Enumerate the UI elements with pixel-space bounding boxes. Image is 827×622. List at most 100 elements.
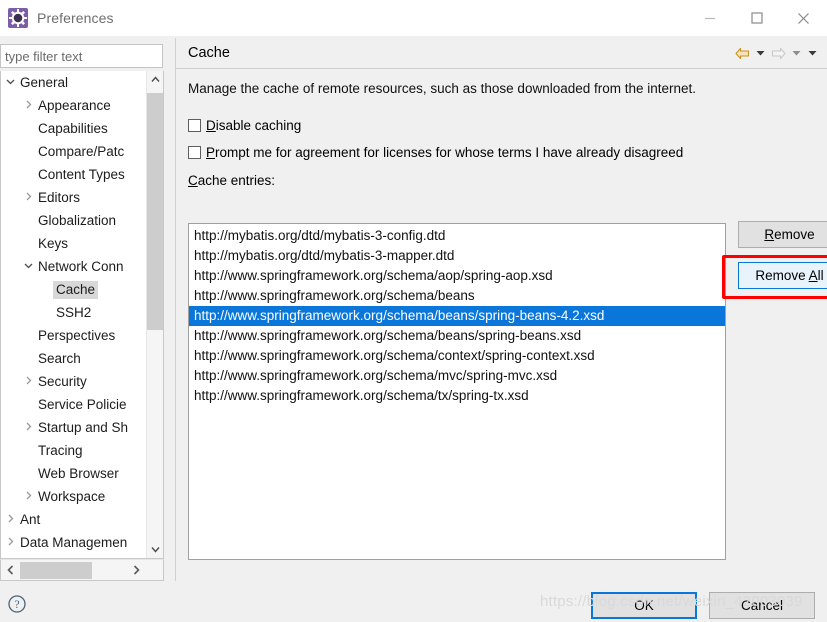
sidebar-item-label: Editors xyxy=(38,189,81,205)
search-input[interactable] xyxy=(1,48,162,64)
sidebar-item-security[interactable]: Security xyxy=(1,370,147,393)
window-title: Preferences xyxy=(37,10,114,26)
disable-caching-label: Disable caching xyxy=(206,118,302,133)
gear-icon xyxy=(7,7,29,29)
list-item[interactable]: http://www.springframework.org/schema/mv… xyxy=(189,366,725,386)
help-icon[interactable]: ? xyxy=(8,595,26,613)
scroll-thumb[interactable] xyxy=(147,93,163,330)
forward-dropdown-chevron-down-icon[interactable] xyxy=(789,42,803,64)
sidebar-item-label: Startup and Sh xyxy=(38,419,129,435)
forward-arrow-icon xyxy=(769,42,787,64)
scroll-left-icon[interactable] xyxy=(1,560,20,580)
sidebar-item-label: Security xyxy=(38,373,87,389)
scroll-down-icon[interactable] xyxy=(147,541,163,558)
sidebar-item-editors[interactable]: Editors xyxy=(1,186,147,209)
chevron-right-icon[interactable] xyxy=(21,491,35,501)
filter-box[interactable] xyxy=(0,44,163,68)
tree-vertical-scrollbar[interactable] xyxy=(146,71,163,558)
sidebar-item-ant[interactable]: Ant xyxy=(1,508,147,531)
cache-entries-list[interactable]: http://mybatis.org/dtd/mybatis-3-config.… xyxy=(188,223,726,560)
scroll-thumb-horizontal[interactable] xyxy=(20,562,92,579)
prompt-agreement-checkbox-row[interactable]: Prompt me for agreement for licenses for… xyxy=(188,145,827,160)
chevron-right-icon[interactable] xyxy=(3,537,17,547)
list-item[interactable]: http://mybatis.org/dtd/mybatis-3-mapper.… xyxy=(189,246,725,266)
sidebar-item-search[interactable]: Search xyxy=(1,347,147,370)
title-bar: Preferences xyxy=(0,0,827,36)
chevron-right-icon[interactable] xyxy=(21,376,35,386)
sidebar-item-workspace[interactable]: Workspace xyxy=(1,485,147,508)
prompt-agreement-checkbox[interactable] xyxy=(188,146,201,159)
chevron-down-icon[interactable] xyxy=(3,78,17,88)
sidebar-item-tracing[interactable]: Tracing xyxy=(1,439,147,462)
sidebar-item-label: Content Types xyxy=(38,166,125,182)
sidebar-item-label: Network Conn xyxy=(38,258,124,274)
sidebar-item-capabilities[interactable]: Capabilities xyxy=(1,117,147,140)
chevron-right-icon[interactable] xyxy=(21,422,35,432)
disable-caching-checkbox-row[interactable]: Disable caching xyxy=(188,118,827,133)
chevron-right-icon[interactable] xyxy=(3,514,17,524)
cache-preference-page: Cache Manage the cache of remote resourc… xyxy=(175,38,827,581)
back-dropdown-chevron-down-icon[interactable] xyxy=(753,42,767,64)
list-item[interactable]: http://www.springframework.org/schema/be… xyxy=(189,326,725,346)
remove-all-button[interactable]: Remove All xyxy=(738,262,827,289)
dialog-footer: ? OK Cancel xyxy=(0,582,827,622)
view-menu-chevron-down-icon[interactable] xyxy=(805,42,819,64)
sidebar-item-compare-patc[interactable]: Compare/Patc xyxy=(1,140,147,163)
sidebar-item-startup-and-sh[interactable]: Startup and Sh xyxy=(1,416,147,439)
sidebar-item-label: Capabilities xyxy=(38,120,108,136)
scroll-up-icon[interactable] xyxy=(147,71,163,88)
list-item[interactable]: http://www.springframework.org/schema/tx… xyxy=(189,386,725,406)
sidebar-item-data-managemen[interactable]: Data Managemen xyxy=(1,531,147,554)
remove-button[interactable]: Remove xyxy=(738,221,827,248)
sidebar-item-general[interactable]: General xyxy=(1,71,147,94)
list-action-buttons: Remove Remove All xyxy=(738,221,827,289)
sidebar-item-label: SSH2 xyxy=(56,304,92,320)
list-item[interactable]: http://www.springframework.org/schema/ao… xyxy=(189,266,725,286)
page-title: Cache xyxy=(188,45,230,61)
cancel-button[interactable]: Cancel xyxy=(709,592,815,619)
tree-item-list[interactable]: General Appearance Capabilities Compare/Pat… xyxy=(1,71,147,558)
sidebar-item-cache[interactable]: Cache xyxy=(1,278,147,301)
tree-horizontal-scrollbar[interactable] xyxy=(0,559,164,581)
list-item[interactable]: http://mybatis.org/dtd/mybatis-3-config.… xyxy=(189,226,725,246)
list-item[interactable]: http://www.springframework.org/schema/be… xyxy=(189,306,725,326)
sidebar-item-service-policie[interactable]: Service Policie xyxy=(1,393,147,416)
chevron-down-icon[interactable] xyxy=(21,262,35,272)
maximize-icon[interactable] xyxy=(733,0,780,36)
sidebar-item-keys[interactable]: Keys xyxy=(1,232,147,255)
close-icon[interactable] xyxy=(780,0,827,36)
preferences-dialog: Preferences General Appearance Capabilitie… xyxy=(0,0,827,622)
sidebar-item-label: Search xyxy=(38,350,81,366)
preferences-tree[interactable]: General Appearance Capabilities Compare/Pat… xyxy=(0,71,164,559)
chevron-right-icon[interactable] xyxy=(21,192,35,202)
sidebar-item-label: Globalization xyxy=(38,212,117,228)
sidebar-item-perspectives[interactable]: Perspectives xyxy=(1,324,147,347)
chevron-right-icon[interactable] xyxy=(21,100,35,110)
sidebar-item-globalization[interactable]: Globalization xyxy=(1,209,147,232)
sidebar-item-label: Compare/Patc xyxy=(38,143,125,159)
dialog-buttons: OK Cancel xyxy=(591,592,815,619)
sidebar-item-appearance[interactable]: Appearance xyxy=(1,94,147,117)
list-item[interactable]: http://www.springframework.org/schema/co… xyxy=(189,346,725,366)
scroll-right-icon[interactable] xyxy=(127,560,146,580)
sidebar-item-label: Ant xyxy=(20,511,41,527)
sidebar-item-content-types[interactable]: Content Types xyxy=(1,163,147,186)
sidebar-item-label: Data Managemen xyxy=(20,534,128,550)
page-description: Manage the cache of remote resources, su… xyxy=(188,81,697,96)
navigation-toolbar xyxy=(733,38,819,68)
page-header: Cache xyxy=(176,38,827,69)
window-controls xyxy=(686,0,827,36)
minimize-icon[interactable] xyxy=(686,0,733,36)
sidebar-item-label: Web Browser xyxy=(38,465,119,481)
sidebar-item-label: Workspace xyxy=(38,488,106,504)
sidebar-item-ssh2[interactable]: SSH2 xyxy=(1,301,147,324)
ok-button[interactable]: OK xyxy=(591,592,697,619)
back-arrow-icon[interactable] xyxy=(733,42,751,64)
sidebar-item-label: Perspectives xyxy=(38,327,116,343)
prompt-agreement-label: Prompt me for agreement for licenses for… xyxy=(206,145,684,160)
sidebar-item-network-conn[interactable]: Network Conn xyxy=(1,255,147,278)
sidebar-item-label: Cache xyxy=(53,280,99,299)
sidebar-item-web-browser[interactable]: Web Browser xyxy=(1,462,147,485)
list-item[interactable]: http://www.springframework.org/schema/be… xyxy=(189,286,725,306)
disable-caching-checkbox[interactable] xyxy=(188,119,201,132)
